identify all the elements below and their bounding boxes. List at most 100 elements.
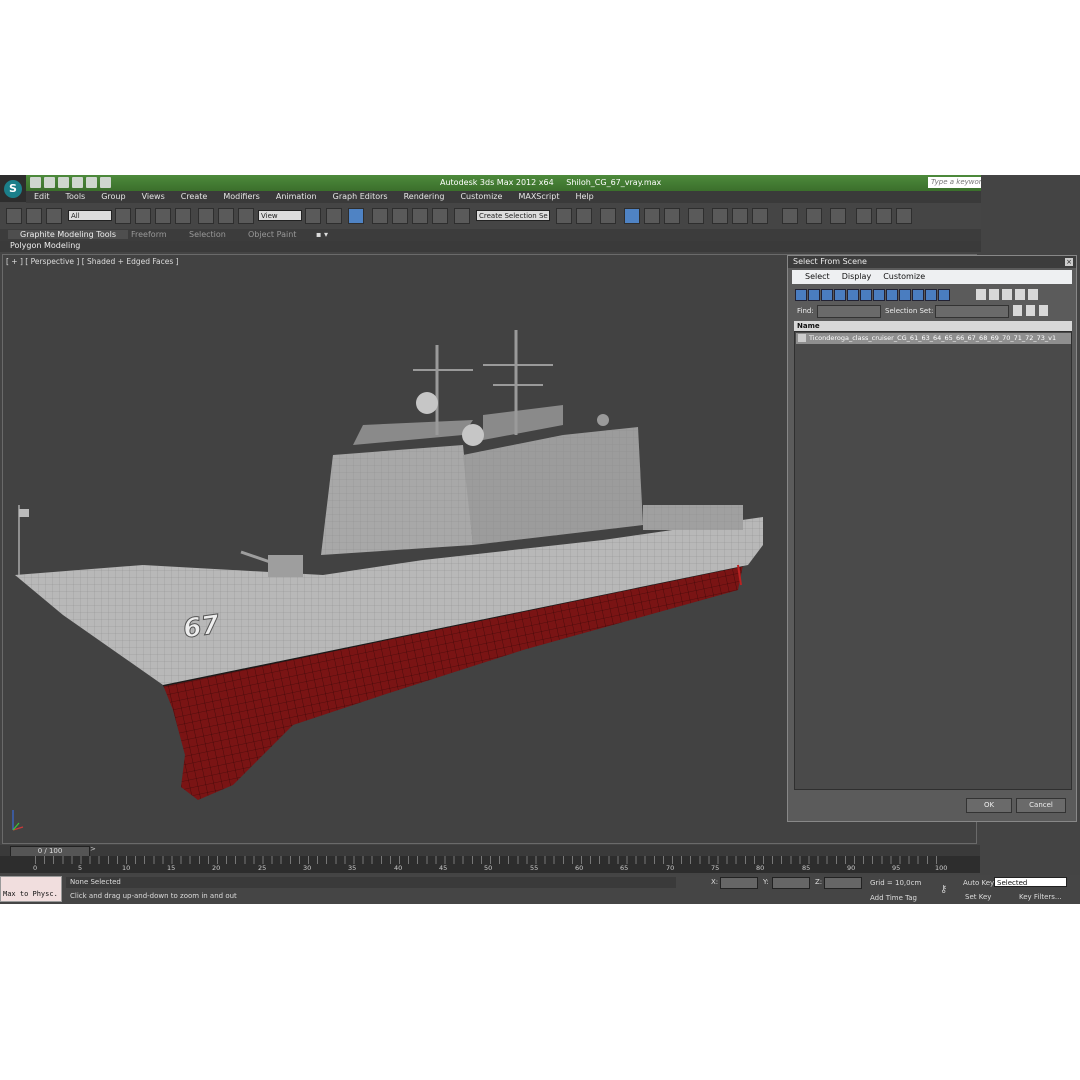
- mirror-icon[interactable]: [556, 208, 572, 224]
- angle-snap-icon[interactable]: [392, 208, 408, 224]
- layer-manager-icon[interactable]: [600, 208, 616, 224]
- select-none-icon[interactable]: [989, 289, 999, 300]
- vray-light-icon[interactable]: [830, 208, 846, 224]
- z-coordinate-input[interactable]: [824, 877, 862, 889]
- select-and-link-icon[interactable]: [6, 208, 22, 224]
- key-icon[interactable]: ⚷: [940, 884, 947, 895]
- window-crossing-icon[interactable]: [175, 208, 191, 224]
- hidden-filter-icon[interactable]: [938, 289, 950, 301]
- edit-set-icon[interactable]: [1026, 305, 1035, 316]
- delete-set-icon[interactable]: [1039, 305, 1048, 316]
- snaps-toggle-icon[interactable]: [372, 208, 388, 224]
- new-file-icon[interactable]: [30, 177, 41, 188]
- cancel-button[interactable]: Cancel: [1016, 798, 1066, 813]
- y-coordinate-input[interactable]: [772, 877, 810, 889]
- time-slider[interactable]: 0 / 100 >: [0, 845, 980, 857]
- rectangular-selection-icon[interactable]: [155, 208, 171, 224]
- menu-help[interactable]: Help: [568, 191, 602, 203]
- cameras-filter-icon[interactable]: [834, 289, 846, 301]
- tab-object-paint[interactable]: Object Paint: [248, 230, 296, 239]
- plugin-tool-3-icon[interactable]: [896, 208, 912, 224]
- x-coordinate-input[interactable]: [720, 877, 758, 889]
- pivot-center-icon[interactable]: [305, 208, 321, 224]
- menu-views[interactable]: Views: [134, 191, 173, 203]
- keyboard-shortcut-toggle-icon[interactable]: [348, 208, 364, 224]
- close-icon[interactable]: ×: [1065, 258, 1073, 266]
- frozen-filter-icon[interactable]: [925, 289, 937, 301]
- auto-key-button[interactable]: Auto Key: [963, 879, 994, 887]
- menu-animation[interactable]: Animation: [268, 191, 325, 203]
- space-warps-filter-icon[interactable]: [860, 289, 872, 301]
- select-by-name-icon[interactable]: [135, 208, 151, 224]
- menu-maxscript[interactable]: MAXScript: [510, 191, 567, 203]
- dialog-menu-customize[interactable]: Customize: [883, 270, 925, 284]
- scale-icon[interactable]: [238, 208, 254, 224]
- move-icon[interactable]: [198, 208, 214, 224]
- menu-graph-editors[interactable]: Graph Editors: [325, 191, 396, 203]
- project-folder-icon[interactable]: [100, 177, 111, 188]
- filter-icon[interactable]: [1015, 289, 1025, 300]
- percent-snap-icon[interactable]: [412, 208, 428, 224]
- menu-tools[interactable]: Tools: [58, 191, 94, 203]
- ribbon-options-icon[interactable]: ▪ ▾: [316, 230, 328, 239]
- maxscript-listener[interactable]: Max to Physc.: [0, 876, 62, 902]
- spinner-snap-icon[interactable]: [432, 208, 448, 224]
- select-all-icon[interactable]: [976, 289, 986, 300]
- panel-polygon-modeling[interactable]: Polygon Modeling: [10, 241, 80, 250]
- shapes-filter-icon[interactable]: [808, 289, 820, 301]
- vray-frame-buffer-icon[interactable]: [782, 208, 798, 224]
- graphite-toggle-icon[interactable]: [624, 208, 640, 224]
- open-file-icon[interactable]: [44, 177, 55, 188]
- lights-filter-icon[interactable]: [821, 289, 833, 301]
- advanced-filter-icon[interactable]: [1028, 289, 1038, 300]
- new-set-icon[interactable]: [1013, 305, 1022, 316]
- select-object-icon[interactable]: [115, 208, 131, 224]
- tab-selection[interactable]: Selection: [189, 230, 226, 239]
- material-editor-icon[interactable]: [688, 208, 704, 224]
- menu-edit[interactable]: Edit: [26, 191, 58, 203]
- key-filters-button[interactable]: Key Filters...: [1019, 893, 1062, 901]
- reference-coordinate-dropdown[interactable]: View: [258, 210, 302, 221]
- plugin-tool-2-icon[interactable]: [876, 208, 892, 224]
- track-bar[interactable]: 0 5 10 15 20 25 30 35 40 45 50 55 60 65 …: [0, 856, 980, 873]
- scene-object-list[interactable]: Ticonderoga_class_cruiser_CG_61_63_64_65…: [794, 331, 1072, 790]
- dialog-menu-display[interactable]: Display: [842, 270, 872, 284]
- named-selection-dropdown[interactable]: Create Selection Se: [476, 210, 550, 221]
- menu-customize[interactable]: Customize: [452, 191, 510, 203]
- selection-filter-dropdown[interactable]: All: [68, 210, 112, 221]
- set-key-button[interactable]: Set Key: [965, 893, 991, 901]
- align-icon[interactable]: [576, 208, 592, 224]
- groups-filter-icon[interactable]: [873, 289, 885, 301]
- add-time-tag-button[interactable]: Add Time Tag: [870, 894, 917, 902]
- find-input[interactable]: [817, 305, 881, 318]
- menu-create[interactable]: Create: [173, 191, 216, 203]
- rotate-icon[interactable]: [218, 208, 234, 224]
- redo-icon[interactable]: [86, 177, 97, 188]
- render-production-icon[interactable]: [752, 208, 768, 224]
- geometry-filter-icon[interactable]: [795, 289, 807, 301]
- tab-freeform[interactable]: Freeform: [131, 230, 167, 239]
- curve-editor-icon[interactable]: [644, 208, 660, 224]
- key-mode-dropdown[interactable]: Selected: [994, 877, 1067, 887]
- render-setup-icon[interactable]: [712, 208, 728, 224]
- containers-filter-icon[interactable]: [912, 289, 924, 301]
- menu-group[interactable]: Group: [93, 191, 133, 203]
- schematic-view-icon[interactable]: [664, 208, 680, 224]
- selection-set-dropdown[interactable]: [935, 305, 1009, 318]
- plugin-tool-icon[interactable]: [856, 208, 872, 224]
- ok-button[interactable]: OK: [966, 798, 1012, 813]
- helpers-filter-icon[interactable]: [847, 289, 859, 301]
- vray-tool-icon[interactable]: [806, 208, 822, 224]
- xrefs-filter-icon[interactable]: [886, 289, 898, 301]
- edit-named-selection-icon[interactable]: [454, 208, 470, 224]
- list-item[interactable]: Ticonderoga_class_cruiser_CG_61_63_64_65…: [796, 333, 1071, 344]
- dialog-menu-select[interactable]: Select: [805, 270, 830, 284]
- bones-filter-icon[interactable]: [899, 289, 911, 301]
- save-file-icon[interactable]: [58, 177, 69, 188]
- next-frame-arrow[interactable]: >: [90, 845, 96, 853]
- select-invert-icon[interactable]: [1002, 289, 1012, 300]
- undo-icon[interactable]: [72, 177, 83, 188]
- name-column-header[interactable]: Name: [794, 321, 1072, 331]
- menu-rendering[interactable]: Rendering: [396, 191, 453, 203]
- app-logo-button[interactable]: S: [0, 175, 26, 202]
